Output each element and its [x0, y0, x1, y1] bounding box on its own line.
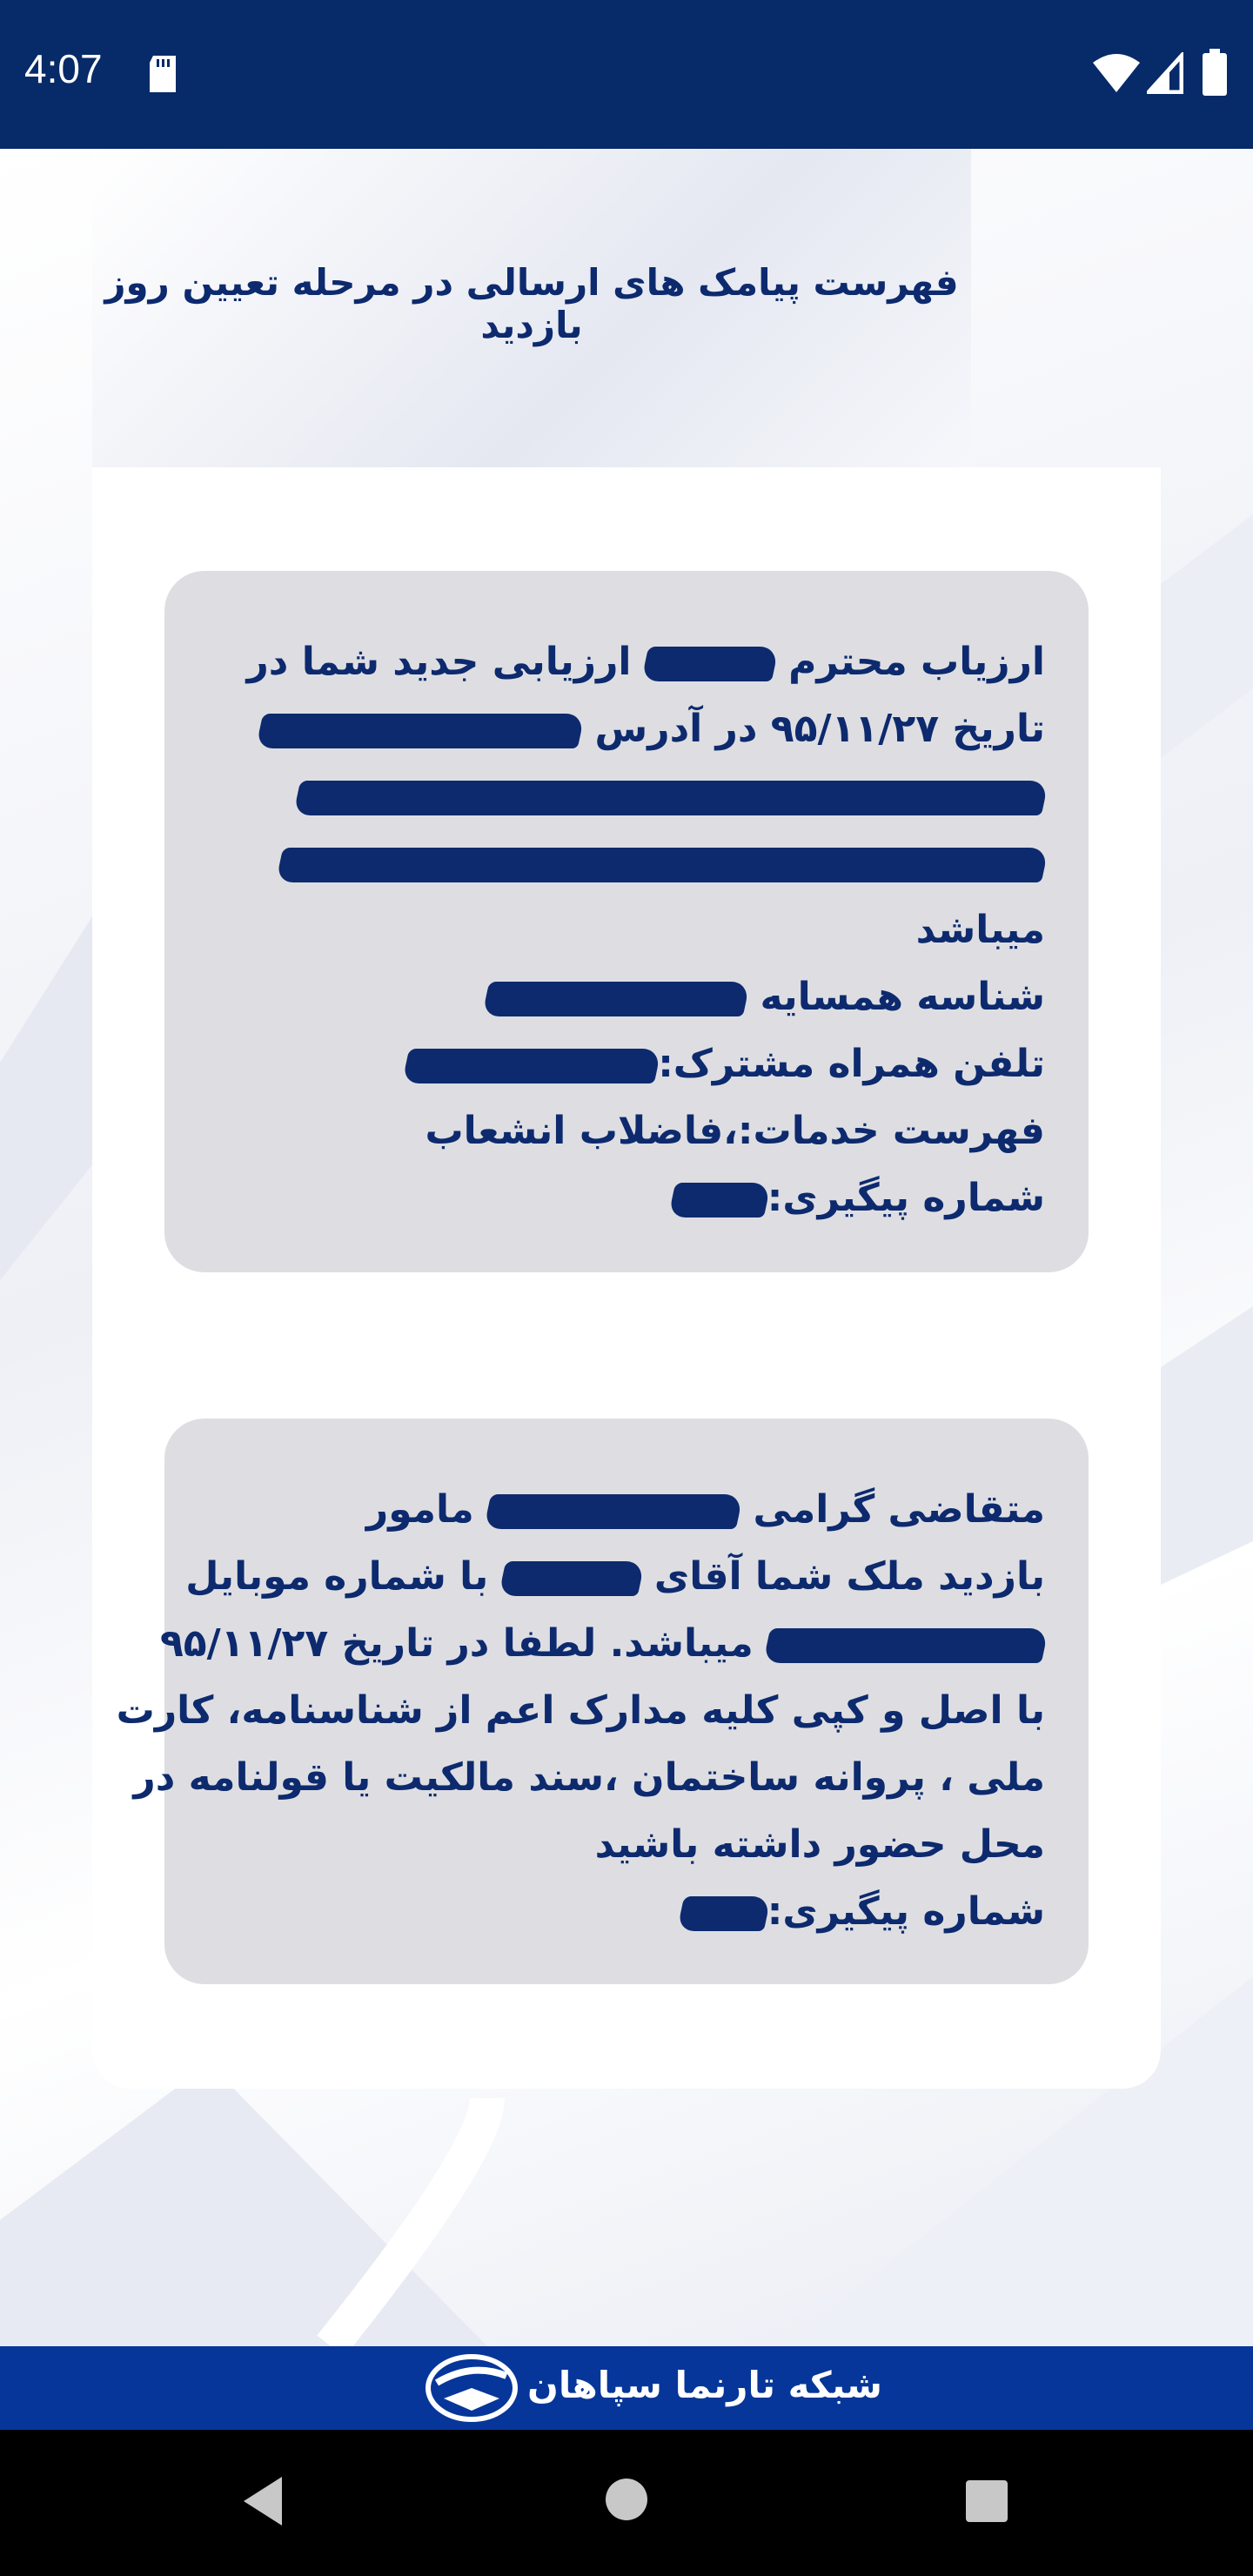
- sms-message-card: متقاضی گرامی مامور بازدید ملک شما آقای ب…: [116, 1419, 1089, 1984]
- message-line: میباشد: [915, 908, 1045, 952]
- message-line: با اصل و کپی کلیه مدارک اعم از شناسنامه،…: [116, 1688, 1045, 1733]
- message-line: شماره پیگیری:: [208, 1164, 1045, 1231]
- message-line: ملی ، پروانه ساختمان ،سند مالکیت یا قولن…: [133, 1755, 1045, 1800]
- status-time: 4:07: [24, 46, 103, 91]
- sms-message-card: ارزیاب محترم ارزیابی جدید شما در تاریخ ۹…: [164, 571, 1089, 1272]
- redacted-text: [275, 848, 1049, 882]
- recents-icon[interactable]: [964, 2479, 1009, 2524]
- message-line: [208, 829, 1049, 896]
- battery-icon: [1203, 49, 1227, 96]
- wifi-icon: [1093, 54, 1140, 92]
- footer-brand-bar: شبکه تارنما سپاهان: [0, 2346, 1253, 2430]
- redacted-text: [292, 781, 1049, 815]
- message-line: میباشد. لطفا در تاریخ ۹۵/۱۱/۲۷: [160, 1610, 1049, 1677]
- message-line: متقاضی گرامی مامور: [365, 1487, 1045, 1532]
- redacted-text: [640, 647, 780, 681]
- redacted-text: [483, 1494, 744, 1529]
- redacted-text: [667, 1183, 772, 1218]
- back-icon[interactable]: [237, 2473, 289, 2529]
- message-line: [208, 762, 1049, 829]
- message-line: فهرست خدمات:،فاضلاب انشعاب: [425, 1109, 1045, 1153]
- brand-name: شبکه تارنما سپاهان: [527, 2364, 882, 2406]
- message-line: شماره پیگیری:: [208, 1878, 1045, 1945]
- message-line: شناسه همسایه: [208, 963, 1045, 1030]
- sd-card-icon: [150, 56, 176, 92]
- message-line: محل حضور داشته باشید: [594, 1822, 1045, 1867]
- navigation-bar: [0, 2430, 1253, 2576]
- redacted-text: [676, 1896, 772, 1931]
- redacted-text: [401, 1049, 662, 1083]
- signal-icon: [1147, 52, 1183, 94]
- message-line: ارزیاب محترم ارزیابی جدید شما در: [246, 640, 1045, 684]
- message-line: بازدید ملک شما آقای با شماره موبایل: [185, 1554, 1045, 1599]
- brand-logo-icon: [425, 2354, 518, 2422]
- redacted-text: [498, 1561, 645, 1596]
- page-title: فهرست پیامک های ارسالی در مرحله تعیین رو…: [104, 261, 959, 346]
- redacted-text: [762, 1628, 1049, 1663]
- redacted-text: [255, 714, 586, 748]
- message-line: تاریخ ۹۵/۱۱/۲۷ در آدرس: [208, 695, 1045, 762]
- redacted-text: [481, 982, 751, 1016]
- message-line: تلفن همراه مشترک:: [208, 1030, 1045, 1097]
- home-icon[interactable]: [604, 2477, 649, 2522]
- status-bar: 4:07: [0, 0, 1253, 149]
